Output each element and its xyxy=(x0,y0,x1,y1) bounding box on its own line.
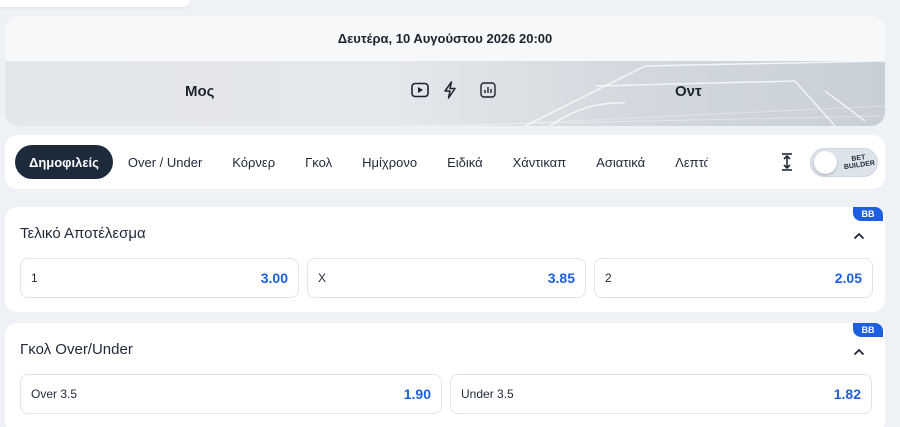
away-team-name: Οντ xyxy=(675,83,702,100)
tab-minutes[interactable]: Λεπτά xyxy=(660,145,708,179)
odd-button-home[interactable]: 1 3.00 xyxy=(20,258,299,298)
stats-icon[interactable] xyxy=(479,81,497,99)
tab-popular[interactable]: Δημοφιλείς xyxy=(15,145,113,179)
market-title: Γκολ Over/Under xyxy=(20,341,133,358)
chevron-up-icon[interactable] xyxy=(853,344,865,356)
tab-halftime[interactable]: Ημίχρονο xyxy=(347,145,432,179)
market-goals-over-under: BB Γκολ Over/Under Over 3.5 1.90 Under 3… xyxy=(5,323,885,427)
tab-handicap[interactable]: Χάντικαπ xyxy=(498,145,582,179)
odd-label: X xyxy=(318,271,327,285)
play-icon[interactable] xyxy=(411,81,429,99)
odd-value: 2.05 xyxy=(834,270,862,286)
odd-value: 1.82 xyxy=(833,386,861,402)
tab-corners[interactable]: Κόρνερ xyxy=(217,145,290,179)
bet-builder-badge: BB xyxy=(853,323,883,337)
lightning-icon[interactable] xyxy=(441,81,459,99)
odd-label: Under 3.5 xyxy=(461,387,514,401)
odd-button-draw[interactable]: X 3.85 xyxy=(307,258,586,298)
tab-over-under[interactable]: Over / Under xyxy=(113,145,217,179)
odd-label: Over 3.5 xyxy=(31,387,78,401)
tab-asian[interactable]: Ασιατικά xyxy=(581,145,660,179)
market-title: Τελικό Αποτέλεσμα xyxy=(20,225,146,242)
odds-row: 1 3.00 X 3.85 2 2.05 xyxy=(20,258,873,298)
odd-value: 3.85 xyxy=(547,270,575,286)
market-tabs-bar: Δημοφιλείς Over / Under Κόρνερ Γκολ Ημίχ… xyxy=(5,135,885,189)
tab-specials[interactable]: Ειδικά xyxy=(432,145,498,179)
toggle-knob xyxy=(814,151,837,174)
odd-value: 3.00 xyxy=(260,270,288,286)
match-scoreboard: Μος Οντ xyxy=(5,61,885,126)
odd-button-over[interactable]: Over 3.5 1.90 xyxy=(20,374,442,414)
odd-label: 1 xyxy=(31,271,38,285)
match-media-icons xyxy=(411,81,497,99)
tab-goals[interactable]: Γκολ xyxy=(290,145,347,179)
match-date: Δευτέρα, 10 Αυγούστου 2026 20:00 xyxy=(5,16,885,61)
odd-value: 1.90 xyxy=(403,386,431,402)
bet-builder-badge: BB xyxy=(853,207,883,221)
home-team-name: Μος xyxy=(185,83,215,100)
chevron-up-icon[interactable] xyxy=(853,228,865,240)
top-panel-edge xyxy=(0,0,190,7)
market-final-result: BB Τελικό Αποτέλεσμα 1 3.00 X 3.85 2 2.0… xyxy=(5,207,885,312)
bet-builder-toggle[interactable]: BET BUILDER xyxy=(810,148,878,177)
odd-button-away[interactable]: 2 2.05 xyxy=(594,258,873,298)
expand-all-icon[interactable] xyxy=(779,152,795,172)
odd-label: 2 xyxy=(605,271,612,285)
odds-row: Over 3.5 1.90 Under 3.5 1.82 xyxy=(20,374,872,414)
match-header: Δευτέρα, 10 Αυγούστου 2026 20:00 Μος Οντ xyxy=(5,16,885,126)
odd-button-under[interactable]: Under 3.5 1.82 xyxy=(450,374,872,414)
bet-builder-label: BET BUILDER xyxy=(843,154,876,172)
